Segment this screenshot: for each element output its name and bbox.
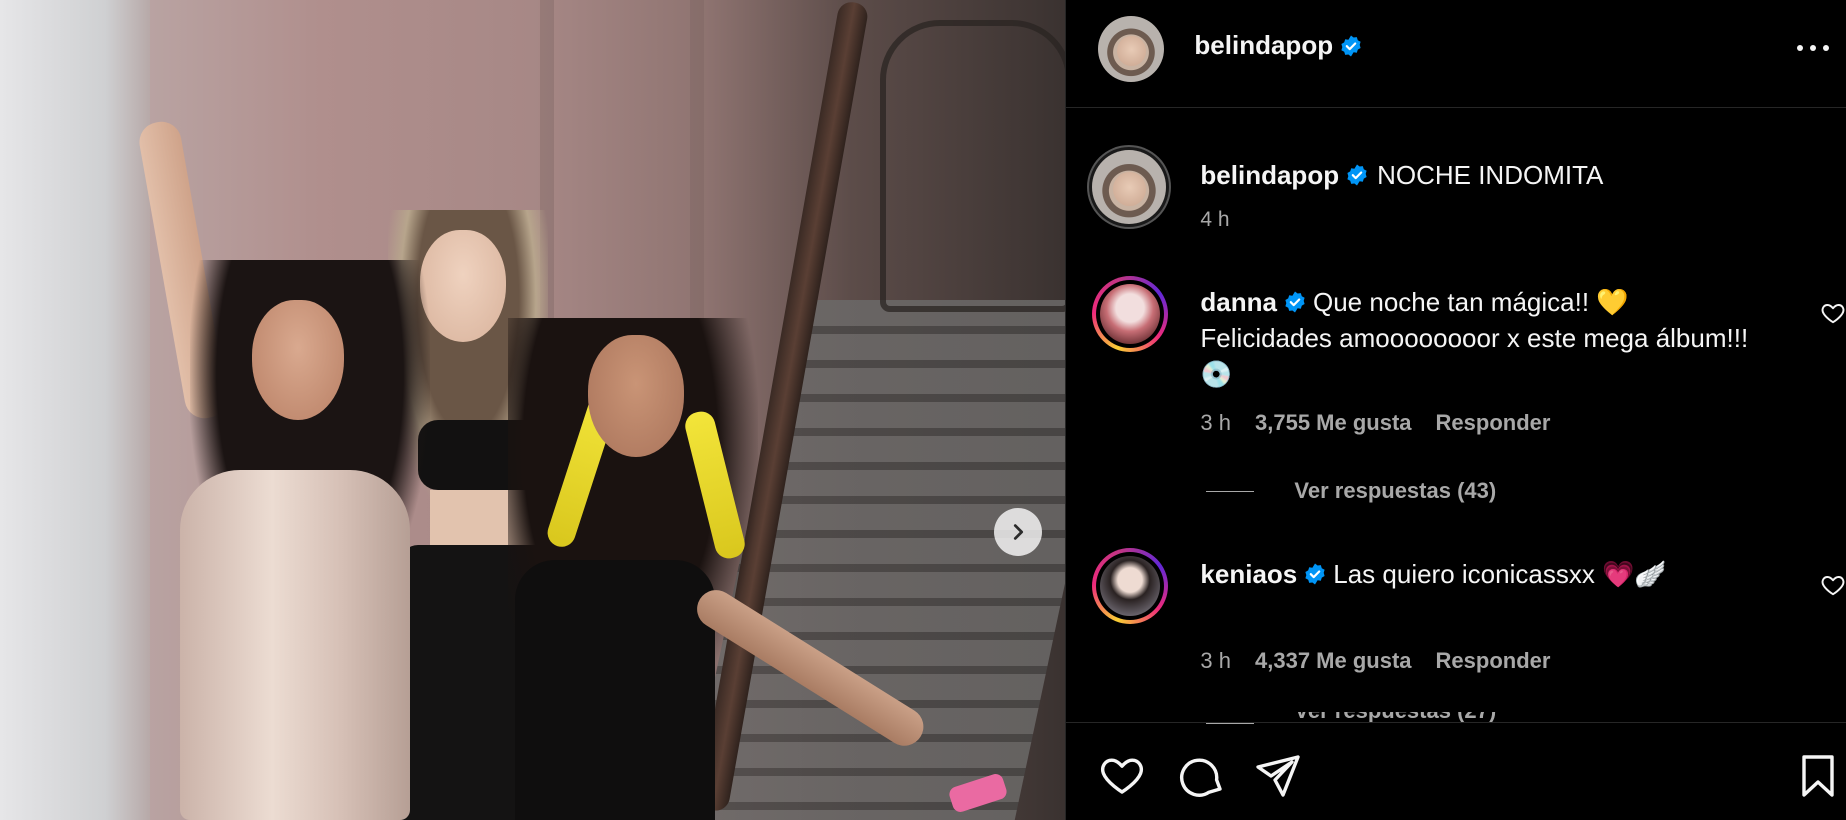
comment-username[interactable]: danna [1200, 287, 1277, 317]
verified-badge-icon [1341, 35, 1361, 56]
like-comment-heart-icon[interactable] [1820, 572, 1846, 598]
verified-badge-icon [1285, 291, 1305, 313]
photo-person-left-dress [180, 470, 410, 820]
post-photo [0, 0, 1066, 820]
author-username[interactable]: belindapop [1194, 30, 1333, 61]
commenter-avatar-danna[interactable] [1092, 276, 1169, 352]
post-action-bar [1066, 722, 1846, 820]
photo-person-right-dress [515, 560, 715, 820]
heart-icon[interactable] [1098, 751, 1146, 799]
verified-badge-icon [1305, 563, 1325, 585]
caption-line: belindapop NOCHE INDOMITA [1200, 158, 1800, 192]
post-header: belindapop [1066, 0, 1846, 108]
caption-author-avatar[interactable] [1092, 150, 1167, 224]
reply-button[interactable]: Responder [1436, 648, 1551, 674]
bookmark-icon[interactable] [1794, 751, 1842, 799]
avatar-face [1113, 172, 1146, 207]
caption-text: NOCHE INDOMITA [1377, 160, 1604, 190]
avatar-photo [1100, 556, 1161, 616]
reply-button[interactable]: Responder [1436, 410, 1551, 436]
header-author: belindapop [1194, 30, 1363, 61]
caption-time: 4 h [1200, 208, 1230, 231]
author-avatar[interactable] [1098, 16, 1165, 82]
photo-person-center-face [420, 230, 506, 342]
comment-username[interactable]: keniaos [1200, 559, 1297, 589]
view-replies-label: Ver respuestas (43) [1294, 478, 1497, 503]
paper-plane-icon[interactable] [1254, 751, 1302, 799]
carousel-next-button[interactable] [994, 508, 1042, 556]
avatar-photo [1100, 284, 1161, 344]
photo-iron-railing [880, 20, 1066, 312]
avatar-face [1116, 35, 1146, 67]
photo-wall [0, 0, 150, 820]
instagram-post-view: belindapop belindapop NOCHE INDOMITA 4 h [0, 0, 1846, 820]
comment-likes[interactable]: 3,755 Me gusta [1255, 410, 1412, 436]
comment-meta: 3 h 4,337 Me gusta Responder [1200, 648, 1550, 674]
comment-time: 3 h [1200, 410, 1232, 435]
comment-text: Las quiero iconicassxx 💗🪽 [1333, 559, 1667, 589]
verified-badge-icon [1347, 164, 1367, 186]
comment-meta: 3 h 3,755 Me gusta Responder [1200, 410, 1550, 436]
comment-danna: danna Que noche tan mágica!! 💛 Felicidade… [1200, 284, 1760, 392]
chevron-right-icon [1013, 524, 1024, 540]
photo-person-left-face [252, 300, 344, 420]
photo-person-right-face [588, 335, 684, 457]
comment-time: 3 h [1200, 648, 1232, 673]
replies-dash [1206, 490, 1255, 492]
comment-icon[interactable] [1178, 751, 1226, 799]
post-side-panel: belindapop belindapop NOCHE INDOMITA 4 h [1065, 0, 1846, 820]
post-caption: belindapop NOCHE INDOMITA [1200, 158, 1800, 192]
comment-likes[interactable]: 4,337 Me gusta [1255, 648, 1412, 674]
caption-username[interactable]: belindapop [1200, 160, 1339, 190]
commenter-avatar-keniaos[interactable] [1092, 548, 1169, 624]
more-options-icon[interactable] [1790, 28, 1836, 68]
comment-keniaos: keniaos Las quiero iconicassxx 💗🪽 [1200, 556, 1760, 592]
like-comment-heart-icon[interactable] [1820, 300, 1846, 326]
view-replies-button[interactable]: Ver respuestas (43) [1206, 478, 1496, 504]
